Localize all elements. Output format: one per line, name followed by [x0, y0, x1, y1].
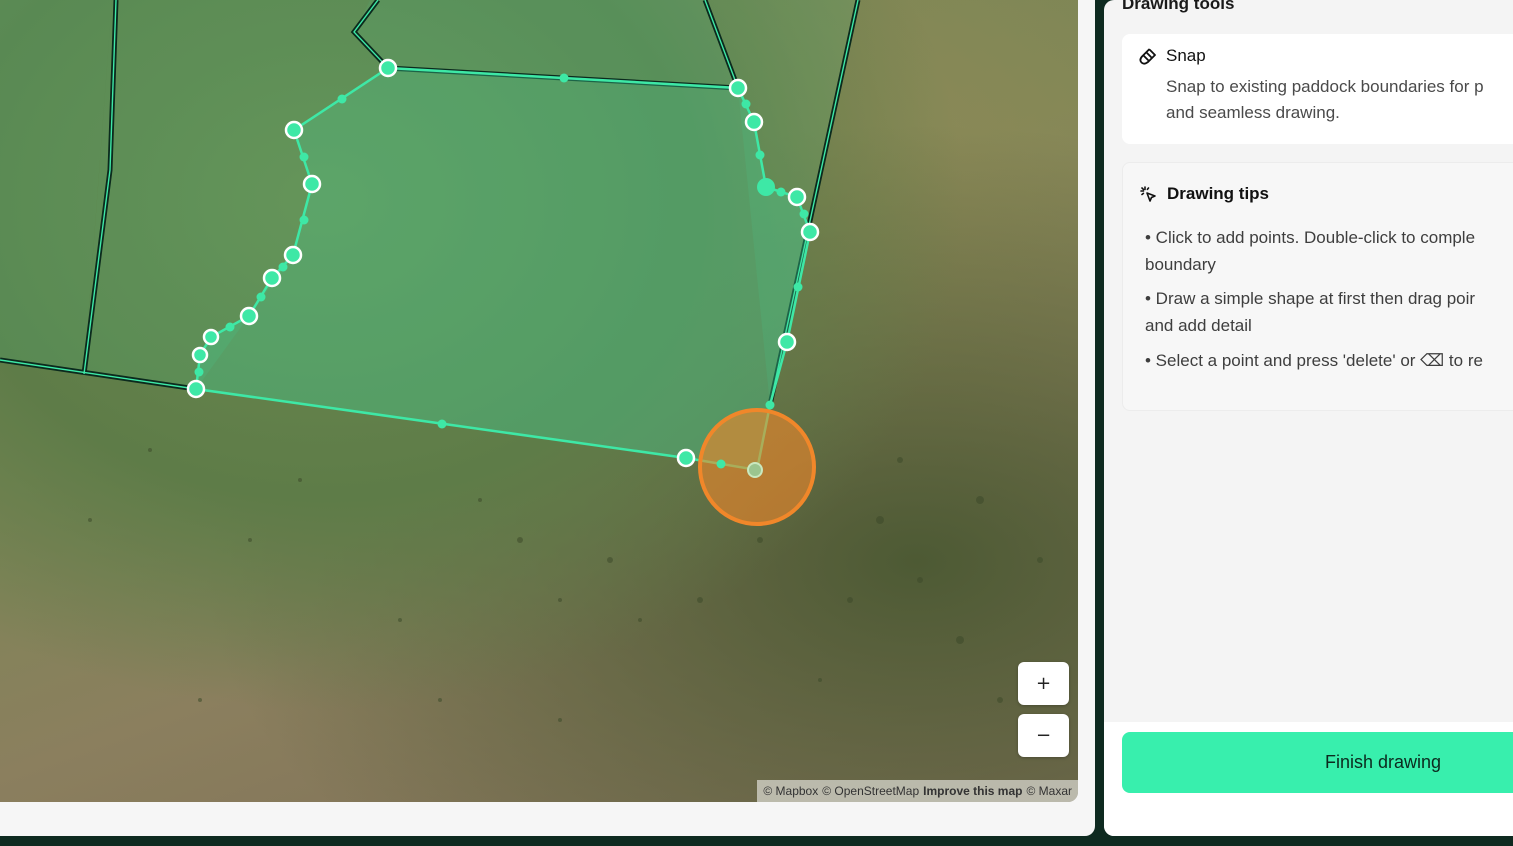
snap-description-line1: Snap to existing paddock boundaries for … — [1166, 77, 1484, 96]
tip-item: • Draw a simple shape at first then drag… — [1145, 285, 1475, 339]
zoom-in-button[interactable]: + — [1018, 662, 1069, 705]
finish-drawing-button[interactable]: Finish drawing — [1122, 732, 1513, 793]
panel-heading: Drawing tools — [1122, 0, 1235, 13]
map-attribution: © Mapbox © OpenStreetMap Improve this ma… — [757, 780, 1078, 802]
tip-item: • Click to add points. Double-click to c… — [1145, 224, 1475, 278]
map-panel: + − © Mapbox © OpenStreetMap Improve thi… — [0, 0, 1095, 836]
drawing-tips-card: Drawing tips • Click to add points. Doub… — [1122, 162, 1513, 411]
panel-footer: Finish drawing — [1104, 722, 1513, 836]
tip-line: • Draw a simple shape at first then drag… — [1145, 289, 1476, 308]
improve-map-link[interactable]: Improve this map — [923, 784, 1022, 798]
tree-texture — [88, 448, 1043, 722]
snap-title: Snap — [1166, 46, 1206, 65]
magnet-icon — [1139, 48, 1156, 65]
tip-item: • Select a point and press 'delete' or ⌫… — [1145, 347, 1483, 374]
attribution-mapbox-link[interactable]: © Mapbox — [763, 784, 818, 798]
map-overlay[interactable] — [0, 0, 1078, 802]
drawing-tips-title: Drawing tips — [1167, 184, 1270, 203]
zoom-out-button[interactable]: − — [1018, 714, 1069, 757]
snap-description: Snap to existing paddock boundaries for … — [1166, 74, 1513, 126]
attribution-maxar-link[interactable]: © Maxar — [1026, 784, 1072, 798]
snap-description-line2: and seamless drawing. — [1166, 103, 1340, 122]
sparkle-cursor-icon — [1140, 186, 1156, 202]
snap-card[interactable]: Snap Snap to existing paddock boundaries… — [1122, 34, 1513, 144]
tip-line: • Click to add points. Double-click to c… — [1145, 228, 1476, 247]
selected-vertex[interactable] — [757, 178, 775, 196]
tip-line: and add detail — [1145, 316, 1252, 335]
active-vertex[interactable] — [747, 462, 763, 478]
tip-line: boundary — [1145, 255, 1216, 274]
drawing-tools-panel: Drawing tools Snap Snap to existing padd… — [1104, 0, 1513, 836]
attribution-osm-link[interactable]: © OpenStreetMap — [822, 784, 919, 798]
satellite-map[interactable]: + − © Mapbox © OpenStreetMap Improve thi… — [0, 0, 1078, 802]
tip-line: • Select a point and press 'delete' or ⌫… — [1145, 351, 1483, 370]
